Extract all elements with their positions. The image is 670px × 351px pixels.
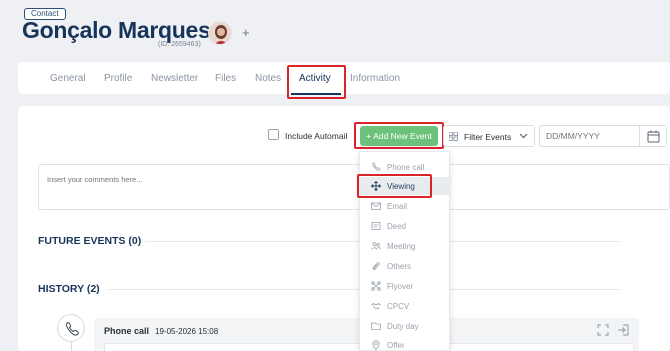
tab-general[interactable]: General [50, 73, 86, 84]
phone-icon [65, 322, 79, 336]
filter-events-label: Filter Events [464, 132, 512, 142]
calendar-button[interactable] [640, 125, 667, 147]
chevron-down-icon [519, 130, 528, 144]
tab-notes[interactable]: Notes [255, 73, 281, 84]
viewing-highlight [357, 174, 432, 198]
activity-tab-highlight [287, 65, 346, 99]
open-icon[interactable] [617, 323, 629, 336]
drone-icon [371, 281, 381, 291]
dropdown-item-meeting[interactable]: Meeting [360, 237, 451, 255]
dropdown-item-deed[interactable]: Deed [360, 217, 451, 235]
avatar[interactable] [208, 21, 232, 45]
document-icon [371, 222, 381, 230]
date-input[interactable] [539, 125, 640, 147]
future-events-title: FUTURE EVENTS (0) [38, 235, 142, 247]
include-automail-checkbox[interactable] [268, 129, 279, 140]
dropdown-item-flyover[interactable]: Flyover [360, 277, 451, 295]
tab-information[interactable]: Information [350, 73, 400, 84]
expand-icon[interactable] [597, 323, 609, 336]
tab-profile[interactable]: Profile [104, 73, 132, 84]
dropdown-item-others[interactable]: Others [360, 257, 451, 275]
include-automail-label: Include Automail [285, 131, 348, 141]
dropdown-item-offer[interactable]: Offer [360, 336, 451, 351]
paperclip-icon [372, 262, 380, 271]
tab-files[interactable]: Files [215, 73, 236, 84]
history-title: HISTORY (2) [38, 283, 100, 295]
envelope-icon [371, 202, 381, 210]
tab-newsletter[interactable]: Newsletter [151, 73, 198, 84]
handshake-icon [371, 303, 381, 310]
location-pin-icon [372, 340, 380, 350]
phone-icon [372, 162, 381, 171]
phone-call-timeline-icon [57, 314, 85, 342]
timeline-line [71, 342, 72, 351]
event-date: 19-05-2026 15:08 [155, 327, 219, 336]
contact-name: Gonçalo Marques [22, 17, 211, 43]
grid-icon [448, 131, 458, 143]
contact-id: (ID: 2659463) [158, 41, 201, 48]
people-icon [371, 242, 381, 250]
dropdown-item-duty-day[interactable]: Duty day [360, 317, 451, 335]
event-type: Phone call [104, 326, 150, 336]
avatar-image [209, 22, 231, 44]
comments-input[interactable] [38, 164, 670, 210]
filter-events-select[interactable]: Filter Events [443, 125, 535, 147]
calendar-icon [647, 130, 660, 143]
folder-icon [371, 322, 381, 330]
dropdown-item-email[interactable]: Email [360, 197, 451, 215]
dropdown-item-cpcv[interactable]: CPCV [360, 297, 451, 315]
add-button[interactable]: + [242, 25, 250, 40]
add-event-highlight [354, 122, 444, 149]
